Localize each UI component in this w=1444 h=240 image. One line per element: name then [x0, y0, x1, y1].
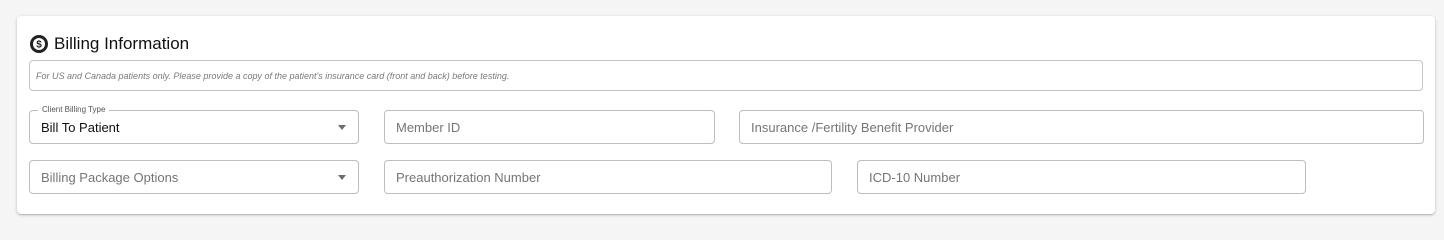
dropdown-arrow-icon[interactable] — [338, 125, 346, 130]
insurance-note: For US and Canada patients only. Please … — [29, 60, 1423, 91]
client-billing-type-value: Bill To Patient — [41, 119, 120, 135]
section-header: $ Billing Information — [29, 32, 189, 56]
insurance-note-text: For US and Canada patients only. Please … — [36, 70, 510, 81]
insurance-provider-input[interactable]: Insurance /Fertility Benefit Provider — [739, 110, 1424, 144]
preauthorization-number-input[interactable]: Preauthorization Number — [384, 160, 832, 194]
icd10-placeholder: ICD-10 Number — [869, 169, 961, 185]
dropdown-arrow-icon[interactable] — [338, 175, 346, 180]
client-billing-type-label: Client Billing Type — [38, 105, 110, 115]
svg-text:$: $ — [36, 40, 42, 51]
billing-information-card: $ Billing Information For US and Canada … — [17, 16, 1435, 214]
billing-package-placeholder: Billing Package Options — [41, 169, 179, 185]
client-billing-type-select[interactable]: Client Billing Type Bill To Patient — [29, 105, 359, 144]
insurance-provider-placeholder: Insurance /Fertility Benefit Provider — [751, 119, 954, 135]
preauthorization-placeholder: Preauthorization Number — [396, 169, 541, 185]
section-title: Billing Information — [54, 34, 190, 53]
dollar-circle-icon: $ — [29, 34, 49, 54]
member-id-placeholder: Member ID — [396, 119, 461, 135]
icd10-number-input[interactable]: ICD-10 Number — [857, 160, 1306, 194]
billing-package-select[interactable]: Billing Package Options — [29, 160, 359, 194]
member-id-input[interactable]: Member ID — [384, 110, 715, 144]
